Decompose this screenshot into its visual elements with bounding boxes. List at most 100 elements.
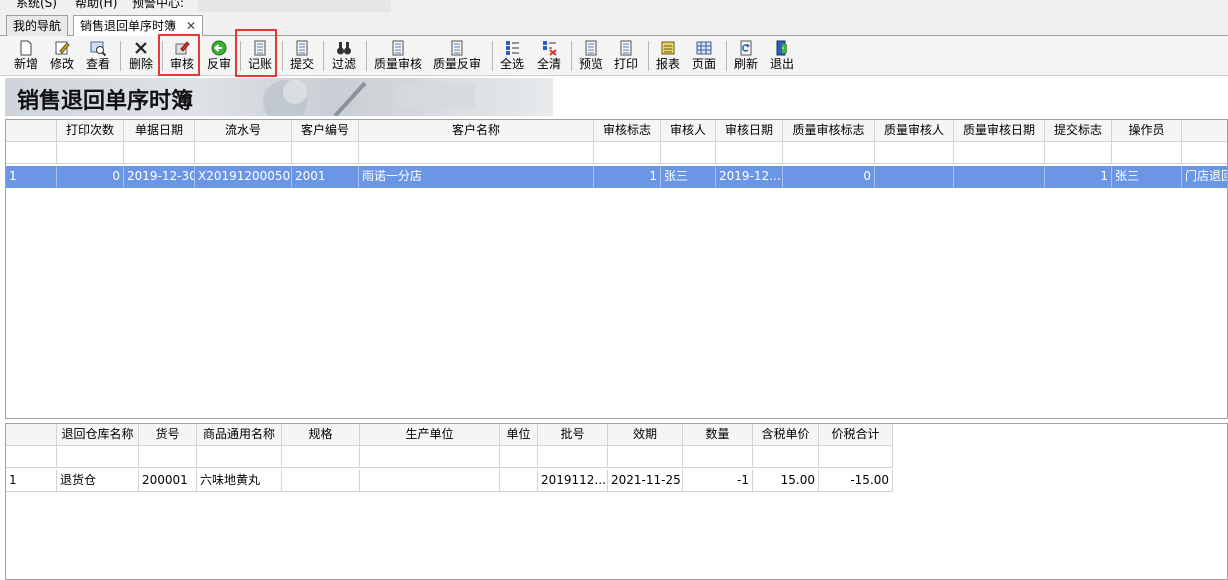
grid-cell[interactable]	[608, 446, 683, 468]
filter-button[interactable]: 过滤	[328, 38, 360, 74]
grid-cell[interactable]	[359, 142, 594, 164]
grid-cell[interactable]	[819, 446, 893, 468]
tab-my-navigation[interactable]: 我的导航	[6, 15, 69, 36]
grid-cell[interactable]	[1182, 142, 1227, 164]
exit-button[interactable]: 退出	[766, 38, 798, 74]
grid-cell[interactable]	[360, 470, 500, 492]
new-button[interactable]: 新增	[10, 38, 42, 74]
grid-cell[interactable]	[954, 166, 1045, 188]
view-button[interactable]: 查看	[82, 38, 114, 74]
grid-cell[interactable]: 质量审核日期	[954, 120, 1045, 142]
grid-cell[interactable]	[6, 446, 57, 468]
grid-cell[interactable]: 2021-11-25	[608, 470, 683, 492]
grid-cell[interactable]: 15.00	[753, 470, 819, 492]
menu-alert-center[interactable]: 预警中心:	[132, 0, 184, 11]
grid-cell[interactable]	[661, 142, 716, 164]
refresh-button[interactable]: 刷新	[730, 38, 762, 74]
grid-cell[interactable]: 规格	[282, 424, 360, 446]
grid-cell[interactable]: 批号	[538, 424, 608, 446]
grid-cell[interactable]: 含税单价	[753, 424, 819, 446]
delete-button[interactable]: 删除	[125, 38, 157, 74]
grid-cell[interactable]: 审核日期	[716, 120, 783, 142]
grid-cell[interactable]	[6, 120, 57, 142]
grid-cell[interactable]: 1	[1045, 166, 1112, 188]
grid-cell[interactable]: 张三	[1112, 166, 1182, 188]
grid-cell[interactable]: 门店退回	[1182, 166, 1227, 188]
grid-cell[interactable]	[282, 470, 360, 492]
grid-cell[interactable]	[1112, 142, 1182, 164]
grid-cell[interactable]: 客户编号	[292, 120, 359, 142]
clear-all-button[interactable]: 全清	[533, 38, 565, 74]
grid-cell[interactable]: 2019112...	[538, 470, 608, 492]
grid-cell[interactable]: 商品通用名称	[197, 424, 282, 446]
menu-system[interactable]: 系统(S)	[16, 0, 57, 11]
grid-cell[interactable]	[139, 446, 197, 468]
grid-cell[interactable]	[1045, 142, 1112, 164]
grid-cell[interactable]: 200001	[139, 470, 197, 492]
grid-cell[interactable]	[716, 142, 783, 164]
grid-cell[interactable]	[292, 142, 359, 164]
grid-cell[interactable]	[500, 446, 538, 468]
grid-cell[interactable]	[197, 446, 282, 468]
grid-cell[interactable]: 2019-12...	[716, 166, 783, 188]
grid-cell[interactable]: 退货仓	[57, 470, 139, 492]
grid-cell[interactable]: 质量审核人	[875, 120, 954, 142]
grid-cell[interactable]: 提交标志	[1045, 120, 1112, 142]
grid-cell[interactable]: 雨诺一分店	[359, 166, 594, 188]
grid-cell[interactable]	[954, 142, 1045, 164]
quality-unaudit-button[interactable]: 质量反审	[430, 38, 484, 74]
grid-cell[interactable]: 单位	[500, 424, 538, 446]
grid-cell[interactable]: 价税合计	[819, 424, 893, 446]
detail-grid[interactable]: 退回仓库名称 货号 商品通用名称 规格 生产单位 单位 批号 效期 数量 含税单价 价税合计 1 退货…	[5, 423, 1228, 580]
grid-cell[interactable]	[57, 142, 124, 164]
grid-cell[interactable]: 六味地黄丸	[197, 470, 282, 492]
grid-cell[interactable]	[594, 142, 661, 164]
grid-cell[interactable]: 数量	[683, 424, 753, 446]
close-icon[interactable]: ✕	[186, 19, 196, 33]
grid-cell[interactable]	[57, 446, 139, 468]
grid-cell[interactable]	[875, 166, 954, 188]
grid-cell[interactable]: 1	[6, 166, 57, 188]
grid-cell[interactable]	[753, 446, 819, 468]
grid-cell[interactable]: 0	[57, 166, 124, 188]
grid-cell[interactable]: 张三	[661, 166, 716, 188]
grid-cell[interactable]	[195, 142, 292, 164]
grid-cell[interactable]: 2001	[292, 166, 359, 188]
grid-cell[interactable]: 2019-12-30	[124, 166, 195, 188]
grid-cell[interactable]	[538, 446, 608, 468]
grid-cell[interactable]: -15.00	[819, 470, 893, 492]
grid-cell[interactable]	[360, 446, 500, 468]
grid-cell[interactable]: 货号	[139, 424, 197, 446]
menu-help[interactable]: 帮助(H)	[75, 0, 117, 11]
grid-cell[interactable]: 效期	[608, 424, 683, 446]
grid-cell[interactable]: 审核人	[661, 120, 716, 142]
grid-cell[interactable]: X20191200050	[195, 166, 292, 188]
grid-cell[interactable]	[6, 142, 57, 164]
unaudit-button[interactable]: 反审	[203, 38, 235, 74]
grid-cell[interactable]: 0	[783, 166, 875, 188]
grid-cell[interactable]: 单据日期	[124, 120, 195, 142]
print-button[interactable]: 打印	[610, 38, 642, 74]
grid-cell[interactable]: 生产单位	[360, 424, 500, 446]
report-button[interactable]: 报表	[652, 38, 684, 74]
grid-cell[interactable]: 退回仓库名称	[57, 424, 139, 446]
grid-cell[interactable]	[683, 446, 753, 468]
grid-cell[interactable]	[783, 142, 875, 164]
master-grid[interactable]: 打印次数 单据日期 流水号 客户编号 客户名称 审核标志 审核人 审核日期 质量审核标志 质量审核…	[5, 119, 1228, 419]
grid-cell[interactable]	[124, 142, 195, 164]
page-button[interactable]: 页面	[688, 38, 720, 74]
grid-cell[interactable]: 打印次数	[57, 120, 124, 142]
grid-cell[interactable]	[875, 142, 954, 164]
grid-cell[interactable]: 质量审核标志	[783, 120, 875, 142]
preview-button[interactable]: 预览	[575, 38, 607, 74]
grid-cell[interactable]	[500, 470, 538, 492]
grid-cell[interactable]: 操作员	[1112, 120, 1182, 142]
grid-cell[interactable]: 流水号	[195, 120, 292, 142]
edit-button[interactable]: 修改	[46, 38, 78, 74]
grid-cell[interactable]: 客户名称	[359, 120, 594, 142]
quality-audit-button[interactable]: 质量审核	[371, 38, 425, 74]
submit-button[interactable]: 提交	[286, 38, 318, 74]
grid-cell[interactable]	[1182, 120, 1227, 142]
grid-cell[interactable]: -1	[683, 470, 753, 492]
grid-cell[interactable]: 1	[594, 166, 661, 188]
